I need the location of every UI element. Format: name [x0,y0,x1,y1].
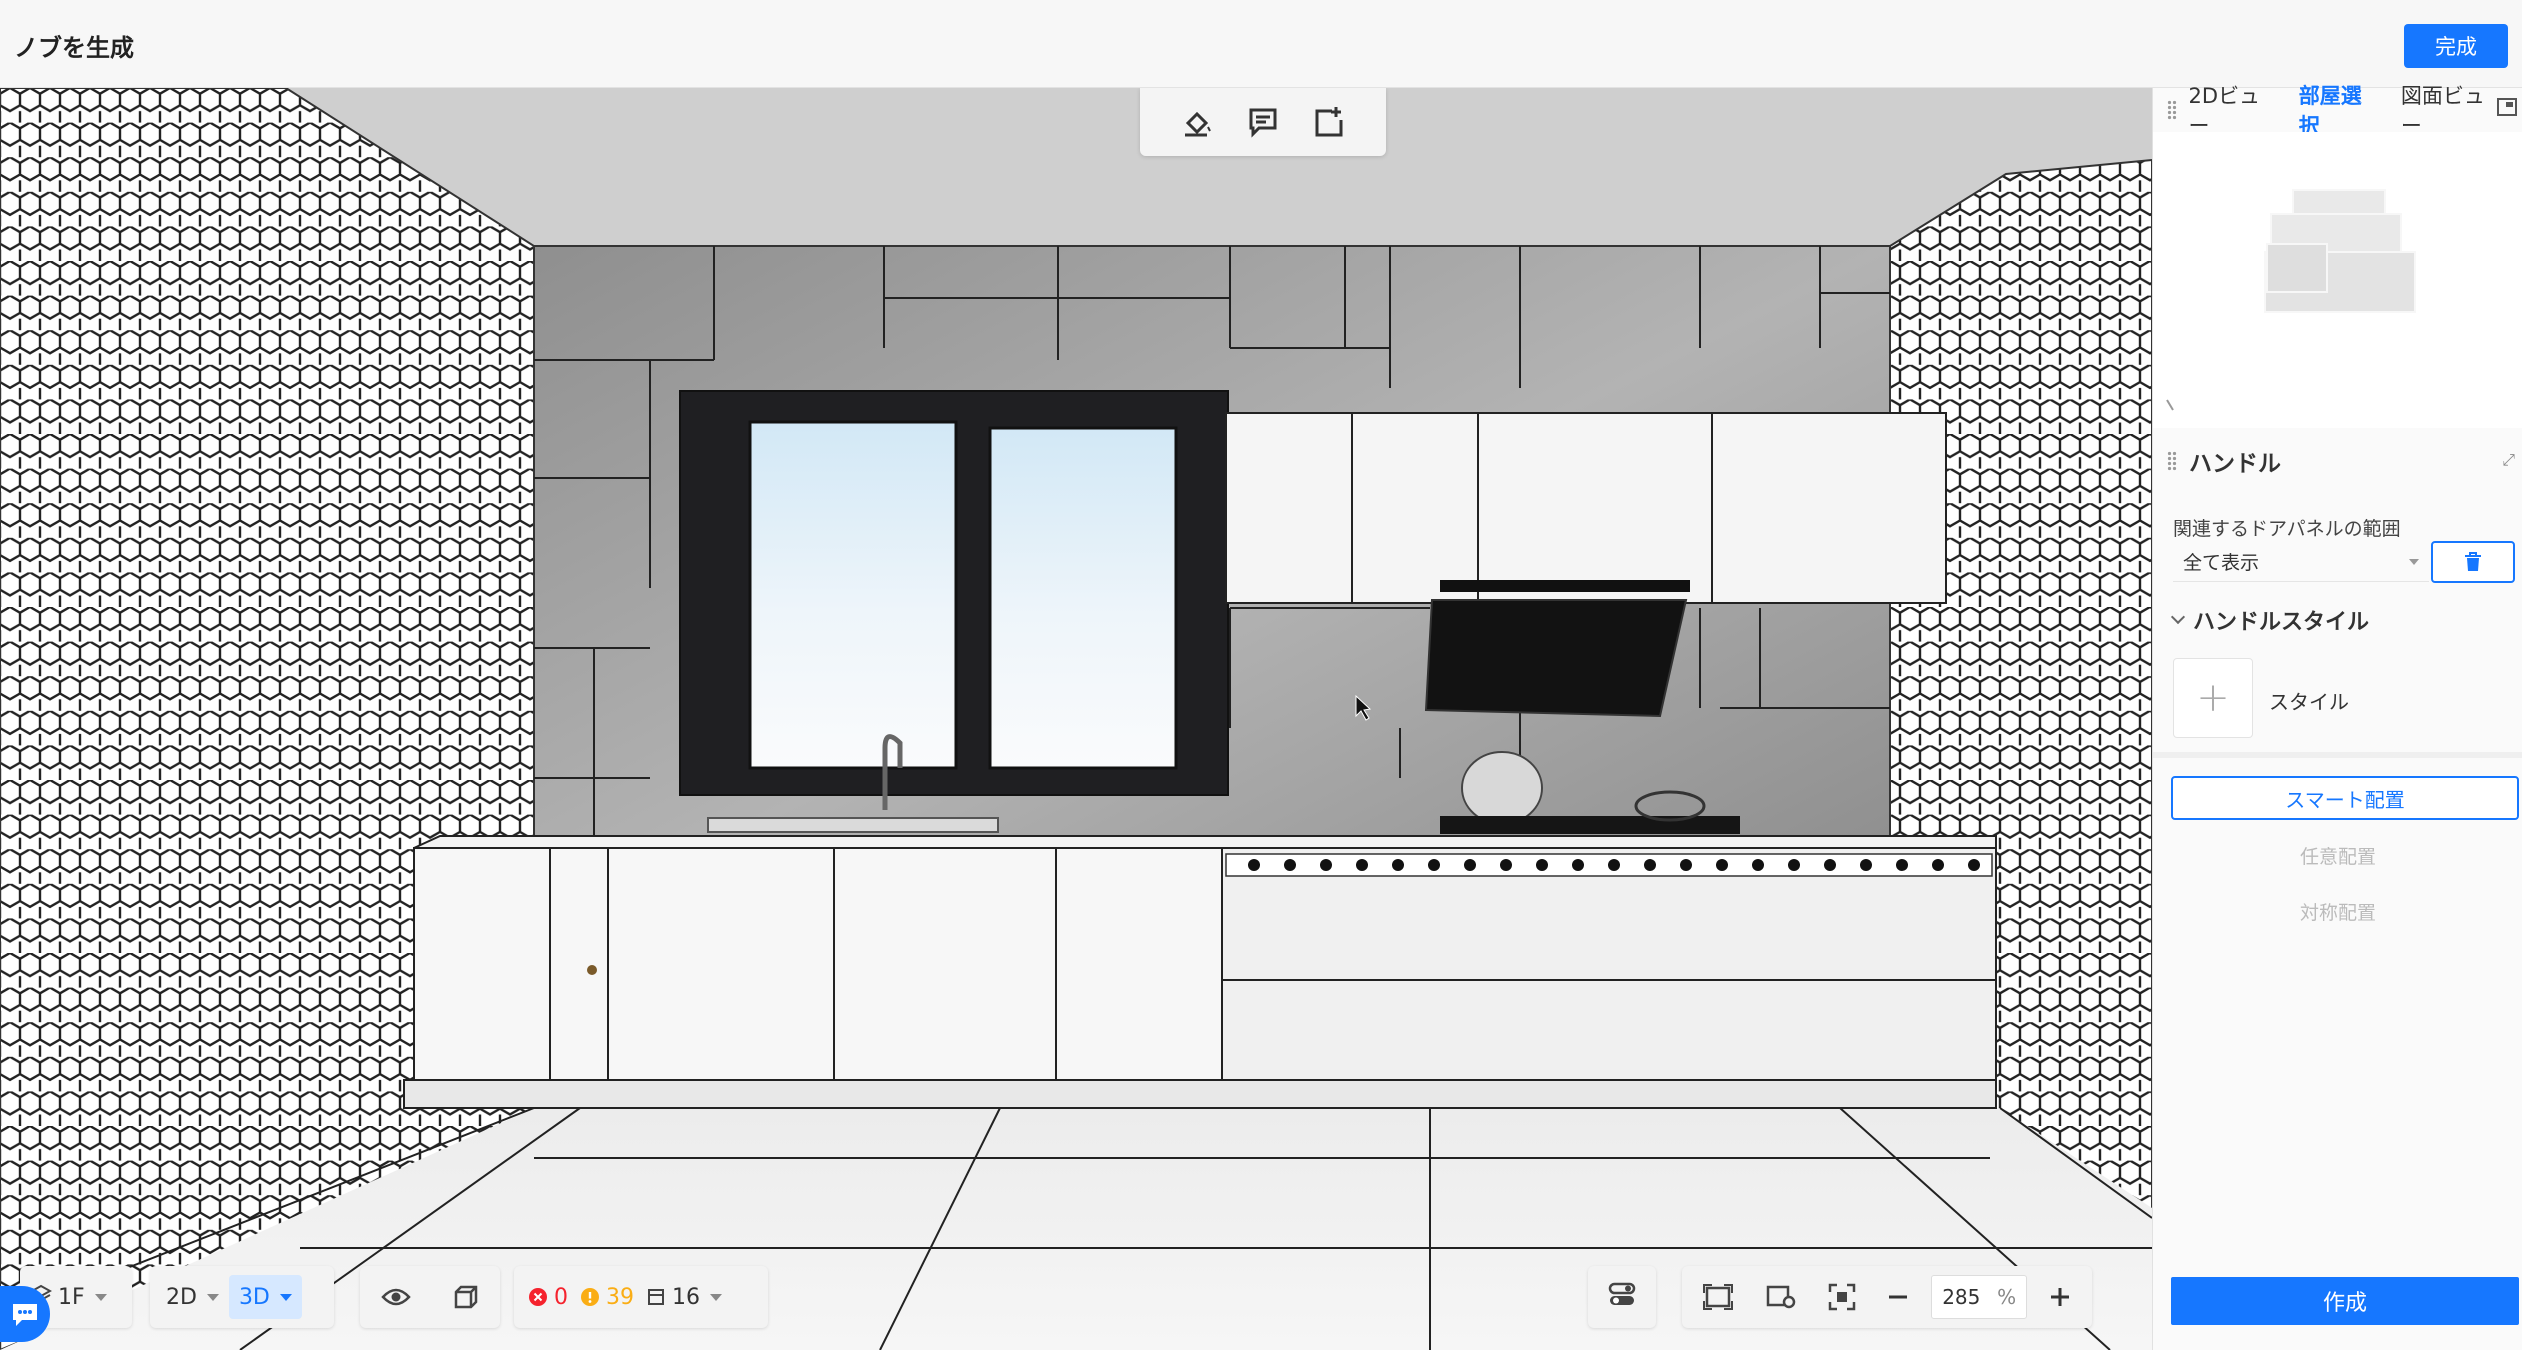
trash-icon [2465,552,2481,571]
symmetric-placement-option[interactable]: 対称配置 [2153,898,2522,925]
view-tabs: 2Dビュー 部屋選択 図面ビュー [2153,84,2522,138]
range-hood-top [1440,580,1690,592]
item-count[interactable]: 16 [640,1275,706,1319]
chevron-down-icon [94,1293,107,1301]
chat-bubble-icon [13,1304,37,1326]
expand-icon[interactable]: ⤢ [2502,450,2515,470]
style-label: スタイル [2269,690,2349,714]
drag-handle-icon[interactable] [2167,451,2177,471]
zoom-unit: % [1997,1285,2017,1309]
kettle [1461,751,1543,825]
cube-icon[interactable] [442,1275,490,1319]
tab-2d-view[interactable]: 2Dビュー [2189,80,2277,140]
room-minimap[interactable] [2153,132,2522,428]
page-title: ノブを生成 [14,34,134,62]
zoom-out-icon[interactable] [1876,1275,1920,1319]
comment-icon[interactable] [1243,102,1283,142]
done-button[interactable]: 完成 [2404,24,2508,68]
zoom-input[interactable]: 285 % [1931,1275,2028,1319]
range-hood [1424,599,1688,718]
chevron-down-icon [2409,558,2419,565]
chevron-down-icon [206,1293,219,1301]
window-pane-left [748,420,958,770]
minimap-rooms [2264,189,2416,313]
plus-icon: + [2196,675,2230,721]
warning-count[interactable]: 39 [574,1275,640,1319]
toggle-settings[interactable] [1588,1266,1656,1328]
mode-2d-label: 2D [166,1284,197,1310]
toggle-icon[interactable] [1607,1279,1637,1315]
vent-holes [1248,859,1980,871]
delete-button[interactable] [2431,541,2515,583]
door-panel-range-select[interactable]: 全て表示 [2173,542,2429,582]
chevron-down-icon[interactable] [710,1293,722,1301]
mode-2d-dropdown[interactable]: 2D [156,1275,229,1319]
right-panel: 2Dビュー 部屋選択 図面ビュー ハンドル ⤢ 関連するドアパネルの範囲 全て表… [2152,84,2522,1350]
handle-style-title: ハンドルスタイル [2193,610,2370,635]
zoom-in-icon[interactable] [2038,1275,2082,1319]
mode-3d-label: 3D [238,1284,270,1310]
sink [707,817,999,833]
range-select-value: 全て表示 [2183,552,2260,574]
tab-room-select[interactable]: 部屋選択 [2299,80,2379,140]
paint-bucket-icon[interactable] [1177,102,1217,142]
add-style-button[interactable]: + [2173,658,2253,738]
smart-placement-button[interactable]: スマート配置 [2171,776,2519,820]
error-count[interactable]: 0 [522,1275,574,1319]
floor-label: 1F [58,1284,85,1310]
handle-panel-title: ハンドル [2189,451,2281,477]
error-icon [529,1288,547,1306]
upper-cabinets [1225,412,1947,604]
cooktop [1440,816,1740,834]
kitchen-3d-scene[interactable] [0,88,2152,1350]
door-panel-range-label: 関連するドアパネルの範囲 [2173,518,2401,540]
view-settings-icon[interactable] [1755,1275,1807,1319]
base-cabinets-left [413,847,1223,1081]
fit-view-icon[interactable] [1692,1275,1744,1319]
window-pane-right [988,426,1178,770]
free-placement-option[interactable]: 任意配置 [2153,842,2522,869]
drag-handle-icon[interactable] [2167,100,2177,120]
cabinet-knob [587,965,597,975]
floating-toolbar [1140,88,1386,156]
plinth [403,1079,1997,1109]
view-mode-switch: 2D 3D [150,1266,334,1328]
3d-viewport[interactable]: 1F 2D 3D 0 39 16 285 % [0,88,2152,1350]
mode-3d-dropdown[interactable]: 3D [228,1275,302,1319]
handle-panel-header: ハンドル [2167,444,2281,478]
divider [2153,752,2522,758]
top-header: ノブを生成 完成 [0,0,2522,88]
focus-icon[interactable] [1818,1275,1866,1319]
list-icon [648,1289,664,1305]
base-cabinets-right [1221,847,1997,1081]
handle-panel: ハンドル ⤢ 関連するドアパネルの範囲 全て表示 ハンドルスタイル + スタイル… [2153,434,2522,1350]
eye-icon[interactable] [371,1275,421,1319]
display-tools [360,1266,500,1328]
chevron-down-icon [279,1293,292,1301]
add-frame-icon[interactable] [1309,102,1349,142]
tab-drawing-view[interactable]: 図面ビュー [2401,80,2501,140]
countertop [413,835,1997,849]
check-results[interactable]: 0 39 16 [514,1266,768,1328]
handle-style-section[interactable]: ハンドルスタイル [2170,604,2370,636]
zoom-value: 285 [1942,1285,1981,1309]
warning-icon [581,1288,599,1306]
view-controls: 285 % [1682,1266,2092,1328]
create-button[interactable]: 作成 [2171,1277,2519,1325]
panel-toggle-icon[interactable] [2497,98,2517,116]
chevron-down-icon [2170,609,2186,625]
